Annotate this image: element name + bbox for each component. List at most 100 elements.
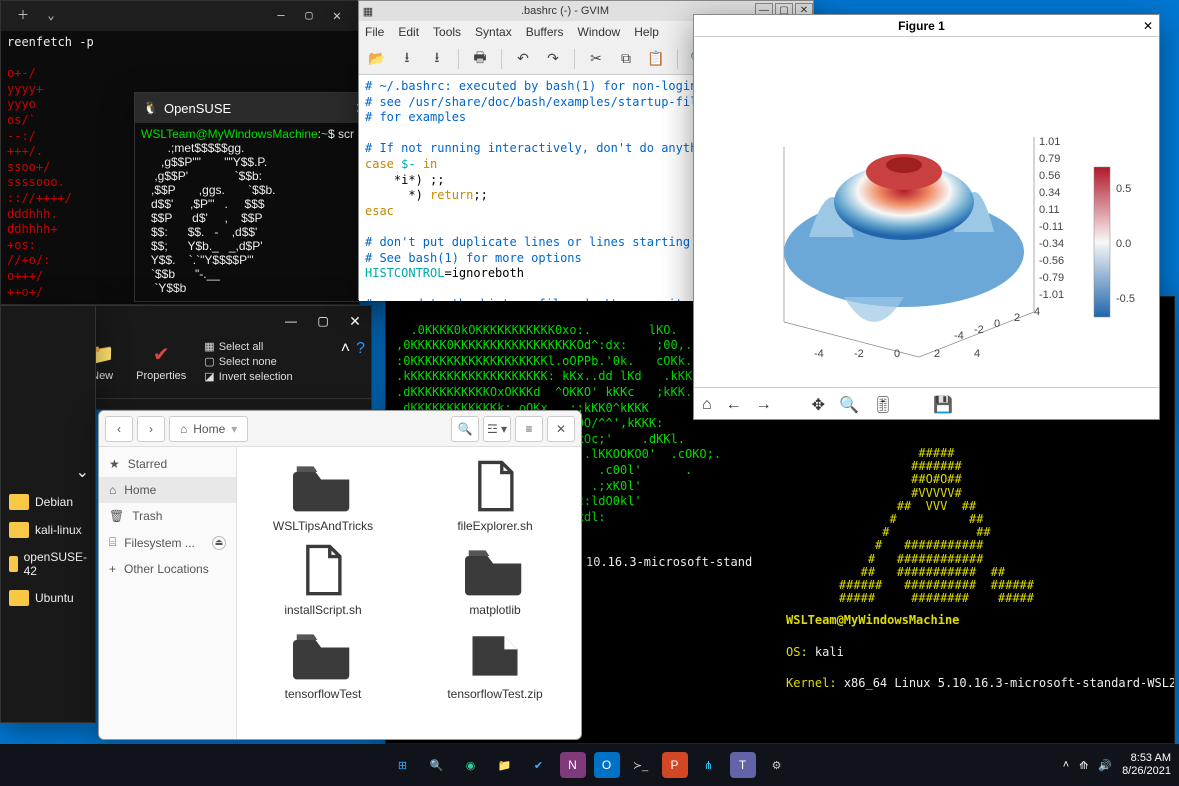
todo-icon[interactable]: ✔ [526,752,552,778]
distro-item[interactable]: Debian [1,488,95,516]
minimize-button[interactable]: — [275,306,307,336]
chevron-up-icon[interactable]: ˄ [1063,759,1069,771]
eject-icon[interactable]: ⏏ [212,536,226,550]
close-button[interactable]: ✕ [323,1,351,31]
close-button[interactable]: ✕ [1143,19,1153,33]
windows-taskbar[interactable]: ⊞ 🔍 ◉ 📁 ✔ N O ≻_ P ⋔ T ⚙ ˄ ⟰ 🔊 8:53 AM 8… [0,744,1179,786]
list-view-button[interactable]: ☲ ▾ [483,416,511,442]
home-icon[interactable]: ⌂ [702,396,712,414]
teams-icon[interactable]: T [730,752,756,778]
distro-item[interactable]: Ubuntu [1,584,95,612]
onenote-icon[interactable]: N [560,752,586,778]
nautilus-sidebar-item[interactable]: ⌸Filesystem ...⏏ [99,529,236,556]
figure-titlebar[interactable]: Figure 1 ✕ [694,15,1159,37]
start-button[interactable]: ⊞ [390,752,416,778]
new-tab-button[interactable]: ＋ [9,1,37,31]
search-button[interactable]: 🔍 [451,416,479,442]
fetch-os: OS: kali [786,645,1158,661]
save-icon[interactable]: ⭳ [395,47,419,71]
help-icon[interactable]: ? [356,340,365,358]
nautilus-sidebar-item[interactable]: ★Starred [99,451,236,477]
back-button[interactable]: ‹ [105,416,133,442]
menu-item[interactable]: Tools [433,25,461,39]
back-icon[interactable]: ← [726,396,742,414]
vscode-icon[interactable]: ⋔ [696,752,722,778]
svg-text:2: 2 [934,348,940,360]
file-item[interactable]: installScript.sh [257,543,389,617]
print-icon[interactable]: 🖶 [468,47,492,71]
opensuse-titlebar[interactable]: 🐧 OpenSUSE ✕ [135,93,383,123]
nautilus-sidebar-item[interactable]: 🗑Trash [99,503,236,529]
distro-label: Debian [35,495,73,509]
pan-icon[interactable]: ✥ [812,395,825,415]
nautilus-files-grid[interactable]: WSLTipsAndTricks fileExplorer.sh installSc… [237,447,581,739]
file-item[interactable]: fileExplorer.sh [429,459,561,533]
menu-item[interactable]: Buffers [526,25,564,39]
file-item[interactable]: matplotlib [429,543,561,617]
file-item[interactable]: tensorflowTest [257,627,389,701]
settings-icon[interactable]: ⚙ [764,752,790,778]
svg-text:-0.34: -0.34 [1039,238,1064,250]
nautilus-sidebar-item[interactable]: +Other Locations [99,556,236,582]
minimize-button[interactable]: — [267,1,295,31]
nautilus-sidebar-item[interactable]: ⌂Home [99,477,236,503]
close-button[interactable]: ✕ [547,416,575,442]
forward-icon[interactable]: → [756,396,772,414]
paste-icon[interactable]: 📋 [644,47,668,71]
wifi-icon[interactable]: ⟰ [1079,759,1088,772]
svg-text:2: 2 [1014,312,1020,324]
file-label: matplotlib [469,603,520,617]
outlook-icon[interactable]: O [594,752,620,778]
menu-item[interactable]: Edit [398,25,419,39]
configure-icon[interactable]: 🎚 [873,395,893,415]
select-all-button[interactable]: ▦ Select all [204,340,292,353]
copy-icon[interactable]: ⧉ [614,47,638,71]
terminal-body[interactable]: WSLTeam@MyWindowsMachine:~$ scr .;met$$$… [135,123,383,299]
search-icon[interactable]: 🔍 [424,752,450,778]
terminal-titlebar[interactable]: ＋ ⌄ — ▢ ✕ [1,1,359,31]
saveall-icon[interactable]: ⭳ [425,47,449,71]
clock[interactable]: 8:53 AM 8/26/2021 [1122,752,1171,778]
open-icon[interactable]: 📂 [365,47,389,71]
forward-button[interactable]: › [137,416,165,442]
svg-text:-0.5: -0.5 [1116,293,1135,305]
plot-area: 1.010.790.560.340.11-0.11-0.34-0.56-0.79… [694,37,1159,387]
menu-button[interactable]: ≡ [515,416,543,442]
home-icon: ⌂ [180,422,187,436]
menu-item[interactable]: Help [634,25,659,39]
invert-selection-button[interactable]: ◪ Invert selection [204,370,292,383]
cut-icon[interactable]: ✂ [584,47,608,71]
location-bar[interactable]: ⌂Home▾ [169,416,248,442]
close-button[interactable]: ✕ [339,306,371,336]
file-item[interactable]: tensorflowTest.zip [429,627,561,701]
menu-item[interactable]: File [365,25,384,39]
distro-item[interactable]: openSUSE-42 [1,544,95,584]
edge-icon[interactable]: ◉ [458,752,484,778]
save-icon[interactable]: 💾 [933,395,953,415]
svg-text:4: 4 [974,348,980,360]
file-item[interactable]: WSLTipsAndTricks [257,459,389,533]
maximize-button[interactable]: ▢ [307,306,339,336]
figure-title: Figure 1 [700,19,1143,33]
distro-label: openSUSE-42 [24,550,87,578]
menu-item[interactable]: Window [578,25,621,39]
undo-icon[interactable]: ↶ [511,47,535,71]
redo-icon[interactable]: ↷ [541,47,565,71]
zoom-icon[interactable]: 🔍 [839,395,859,415]
menu-item[interactable]: Syntax [475,25,512,39]
chevron-up-icon[interactable]: ˄ [341,340,350,358]
select-none-button[interactable]: ▢ Select none [204,355,292,368]
volume-icon[interactable]: 🔊 [1098,759,1112,772]
powerpoint-icon[interactable]: P [662,752,688,778]
kali-ascii-logo: ##### ####### ##O#O## #VVVVV# ## VVV ## … [839,447,1034,605]
chevron-down-icon[interactable]: ⌄ [76,462,89,482]
distro-item[interactable]: kali-linux [1,516,95,544]
tab-dropdown-button[interactable]: ⌄ [37,1,65,31]
date-label: 8/26/2021 [1122,765,1171,778]
properties-button[interactable]: ✔Properties [136,340,186,382]
sidebar-icon: ⌸ [109,535,116,550]
maximize-button[interactable]: ▢ [295,1,323,31]
system-tray[interactable]: ˄ ⟰ 🔊 8:53 AM 8/26/2021 [1063,752,1171,778]
explorer-icon[interactable]: 📁 [492,752,518,778]
terminal-icon[interactable]: ≻_ [628,752,654,778]
